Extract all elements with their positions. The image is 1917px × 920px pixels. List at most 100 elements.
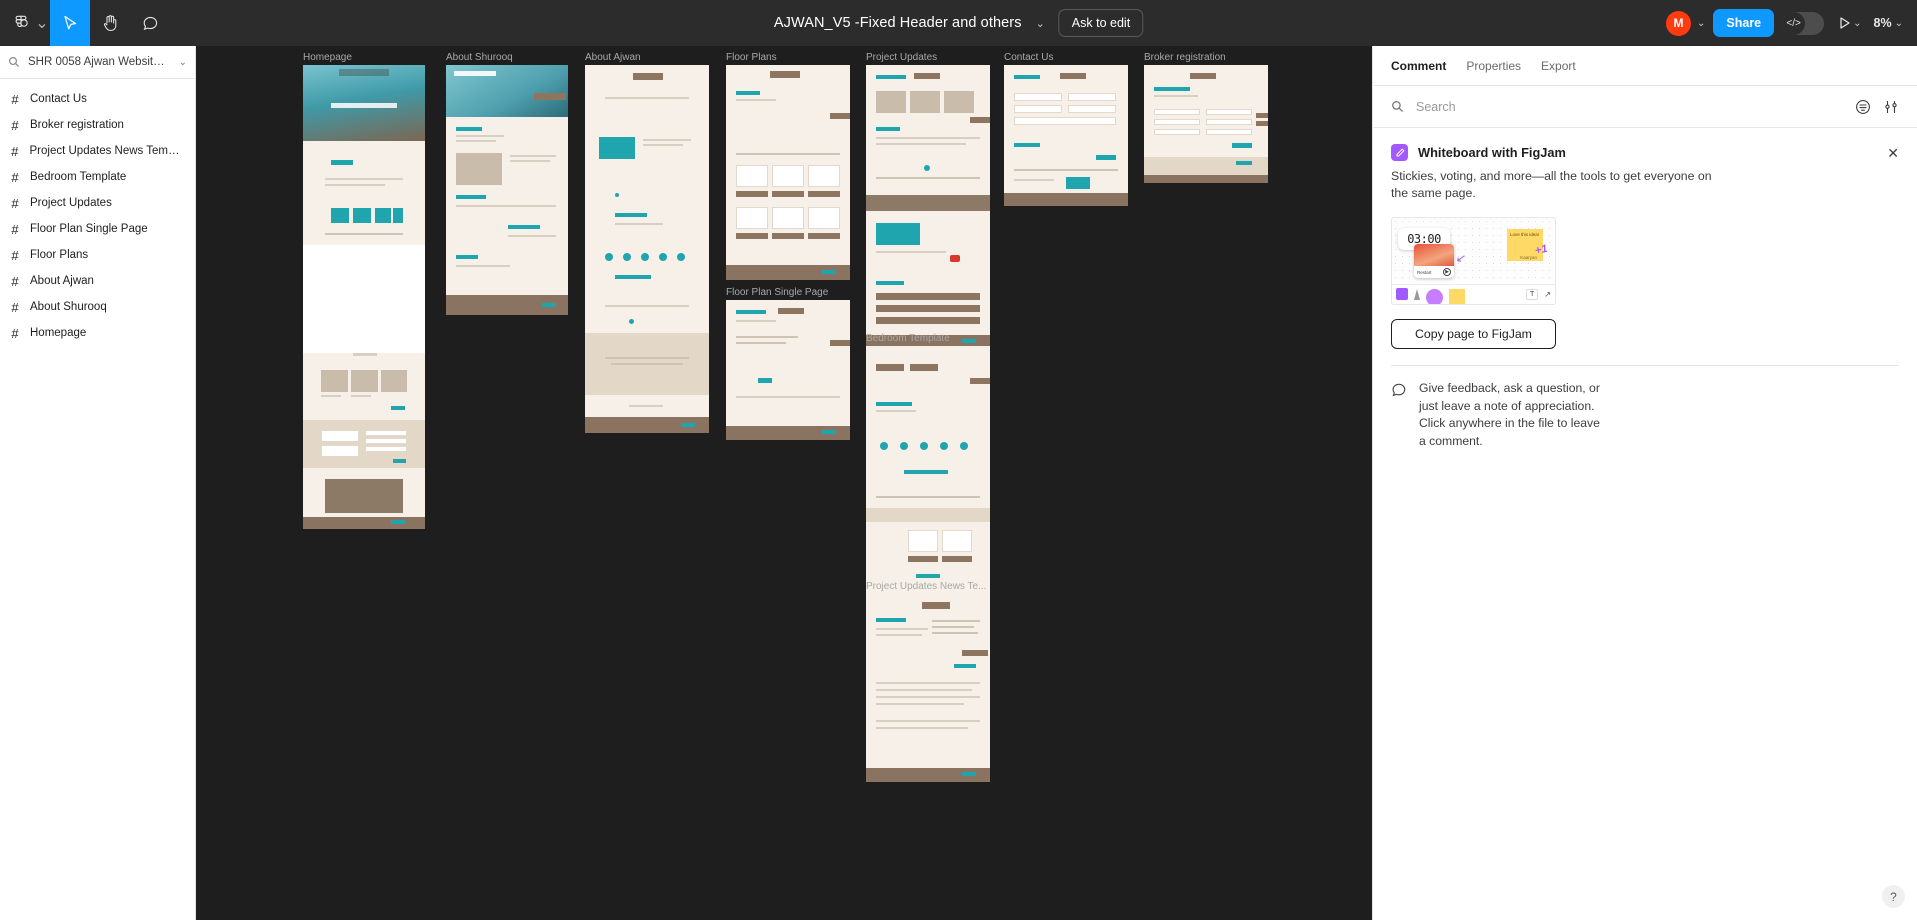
tab-export[interactable]: Export bbox=[1541, 59, 1576, 73]
frame-label[interactable]: About Shurooq bbox=[446, 52, 513, 63]
figjam-sticky-text: Love this idea! bbox=[1510, 231, 1540, 237]
hash-icon: # bbox=[11, 247, 19, 263]
chevron-down-icon[interactable]: ⌄ bbox=[179, 57, 187, 68]
frame-floor-plan-single-page[interactable]: Floor Plan Single Page bbox=[726, 287, 850, 440]
frame-thumbnail[interactable] bbox=[446, 65, 568, 315]
frame-project-updates-news-template[interactable]: Project Updates News Te... bbox=[866, 581, 990, 782]
frame-thumbnail[interactable] bbox=[726, 65, 850, 280]
top-toolbar: ⌄ AJWAN_V5 -Fixed Header and others ⌄ As… bbox=[0, 0, 1917, 46]
frame-thumbnail[interactable] bbox=[726, 300, 850, 440]
close-icon[interactable]: ✕ bbox=[1887, 146, 1899, 160]
frame-label[interactable]: About Ajwan bbox=[585, 52, 641, 63]
figjam-pen-icon bbox=[1414, 288, 1420, 300]
copy-page-to-figjam-button[interactable]: Copy page to FigJam bbox=[1391, 318, 1556, 349]
figjam-shape-icon bbox=[1426, 288, 1443, 304]
right-panel: Comment Properties Export Search Whitebo… bbox=[1372, 46, 1917, 920]
frame-label[interactable]: Floor Plans bbox=[726, 52, 777, 63]
search-input[interactable] bbox=[1416, 99, 1843, 114]
frame-label[interactable]: Project Updates bbox=[866, 52, 937, 63]
frame-broker-registration[interactable]: Broker registration bbox=[1144, 52, 1268, 183]
sidebar-item-label: Floor Plans bbox=[30, 249, 89, 261]
frame-homepage[interactable]: Homepage bbox=[303, 52, 425, 529]
figjam-restart-label: Restart bbox=[1417, 269, 1432, 275]
frame-project-updates[interactable]: Project Updates bbox=[866, 52, 990, 349]
ask-to-edit-button[interactable]: Ask to edit bbox=[1058, 9, 1144, 37]
frame-thumbnail[interactable] bbox=[866, 594, 990, 782]
figjam-connector-icon: ↗ bbox=[1544, 289, 1551, 299]
hand-tool[interactable] bbox=[90, 0, 130, 46]
tab-properties[interactable]: Properties bbox=[1466, 59, 1521, 73]
frame-label[interactable]: Contact Us bbox=[1004, 52, 1053, 63]
sidebar-item-floor-plan-single-page[interactable]: # Floor Plan Single Page bbox=[0, 216, 195, 242]
figjam-arrow-scribble-icon: ↙ bbox=[1455, 250, 1467, 266]
sidebar-item-label: Contact Us bbox=[30, 93, 87, 105]
figjam-illustration: 03:00 Restart ▶ Love this idea! +1 Kaary… bbox=[1391, 216, 1556, 305]
hash-icon: # bbox=[11, 91, 19, 107]
sidebar-item-label: Floor Plan Single Page bbox=[30, 223, 148, 235]
sidebar-item-project-updates[interactable]: # Project Updates bbox=[0, 190, 195, 216]
page-title: AJWAN_V5 -Fixed Header and others bbox=[773, 15, 1022, 31]
frame-label[interactable]: Bedroom Template bbox=[866, 333, 950, 344]
frame-thumbnail[interactable] bbox=[1144, 65, 1268, 183]
sidebar-item-contact-us[interactable]: # Contact Us bbox=[0, 86, 195, 112]
title-caret-icon[interactable]: ⌄ bbox=[1032, 17, 1049, 30]
sidebar-item-about-shurooq[interactable]: # About Shurooq bbox=[0, 294, 195, 320]
share-button[interactable]: Share bbox=[1713, 9, 1775, 37]
frame-thumbnail[interactable] bbox=[303, 65, 425, 529]
hash-icon: # bbox=[11, 221, 19, 237]
move-tool[interactable] bbox=[50, 0, 90, 46]
comment-bubble-icon bbox=[1392, 383, 1406, 397]
sidebar-item-project-updates-news-template[interactable]: # Project Updates News Template bbox=[0, 138, 195, 164]
sidebar-item-homepage[interactable]: # Homepage bbox=[0, 320, 195, 346]
sidebar-item-broker-registration[interactable]: # Broker registration bbox=[0, 112, 195, 138]
hash-icon: # bbox=[11, 143, 19, 159]
file-name-search[interactable]: SHR 0058 Ajwan Website Desi... ⌄ bbox=[0, 46, 195, 79]
search-icon bbox=[8, 56, 20, 68]
frame-contact-us[interactable]: Contact Us bbox=[1004, 52, 1128, 206]
comment-hint-text: Give feedback, ask a question, or just l… bbox=[1419, 380, 1600, 448]
filter-list-icon[interactable] bbox=[1855, 99, 1871, 115]
frame-label[interactable]: Homepage bbox=[303, 52, 352, 63]
left-sidebar: SHR 0058 Ajwan Website Desi... ⌄ # Conta… bbox=[0, 46, 196, 920]
figjam-video-card: Restart ▶ bbox=[1414, 243, 1454, 278]
frame-label[interactable]: Floor Plan Single Page bbox=[726, 287, 828, 298]
avatar[interactable]: M bbox=[1666, 10, 1691, 36]
help-button[interactable]: ? bbox=[1882, 885, 1905, 908]
figjam-toolbar: T ↗ bbox=[1392, 283, 1555, 304]
frame-thumbnail[interactable] bbox=[1004, 65, 1128, 206]
toolbar-left-tools: ⌄ bbox=[0, 0, 170, 46]
promo-title: Whiteboard with FigJam bbox=[1418, 145, 1566, 160]
frame-thumbnail[interactable] bbox=[866, 346, 990, 610]
figjam-promo-card: Whiteboard with FigJam ✕ Stickies, votin… bbox=[1373, 128, 1917, 366]
search-icon bbox=[1392, 101, 1404, 113]
zoom-control[interactable]: 8% ⌄ bbox=[1874, 16, 1907, 30]
sidebar-item-label: Project Updates News Template bbox=[29, 145, 185, 157]
frame-thumbnail[interactable] bbox=[585, 65, 709, 433]
sidebar-item-floor-plans[interactable]: # Floor Plans bbox=[0, 242, 195, 268]
tab-comment[interactable]: Comment bbox=[1391, 59, 1446, 73]
frame-thumbnail[interactable] bbox=[866, 65, 990, 349]
sliders-icon[interactable] bbox=[1883, 99, 1899, 115]
dev-mode-toggle[interactable]: </> bbox=[1782, 11, 1825, 35]
frame-about-shurooq[interactable]: About Shurooq bbox=[446, 52, 568, 315]
frame-label[interactable]: Broker registration bbox=[1144, 52, 1226, 63]
promo-header: Whiteboard with FigJam ✕ bbox=[1391, 144, 1899, 161]
zoom-level-label: 8% bbox=[1873, 16, 1892, 30]
design-canvas[interactable]: Homepage About Shurooq About Ajwan Floor… bbox=[196, 46, 1372, 920]
figma-logo-icon[interactable] bbox=[0, 0, 34, 46]
frame-about-ajwan[interactable]: About Ajwan bbox=[585, 52, 709, 433]
hash-icon: # bbox=[11, 195, 19, 211]
present-caret-icon: ⌄ bbox=[1853, 17, 1862, 29]
figma-menu-caret-icon[interactable]: ⌄ bbox=[34, 0, 50, 46]
frame-label[interactable]: Project Updates News Te... bbox=[866, 581, 986, 592]
comment-tool[interactable] bbox=[130, 0, 170, 46]
present-button[interactable]: ⌄ bbox=[1838, 16, 1862, 30]
toolbar-right-group: M ⌄ Share </> ⌄ 8% ⌄ bbox=[1666, 0, 1907, 46]
frame-bedroom-template[interactable]: Bedroom Template bbox=[866, 333, 990, 610]
sidebar-item-bedroom-template[interactable]: # Bedroom Template bbox=[0, 164, 195, 190]
hash-icon: # bbox=[11, 325, 19, 341]
zoom-caret-icon: ⌄ bbox=[1894, 17, 1903, 29]
avatar-caret-icon[interactable]: ⌄ bbox=[1697, 18, 1705, 29]
frame-floor-plans[interactable]: Floor Plans bbox=[726, 52, 850, 280]
sidebar-item-about-ajwan[interactable]: # About Ajwan bbox=[0, 268, 195, 294]
